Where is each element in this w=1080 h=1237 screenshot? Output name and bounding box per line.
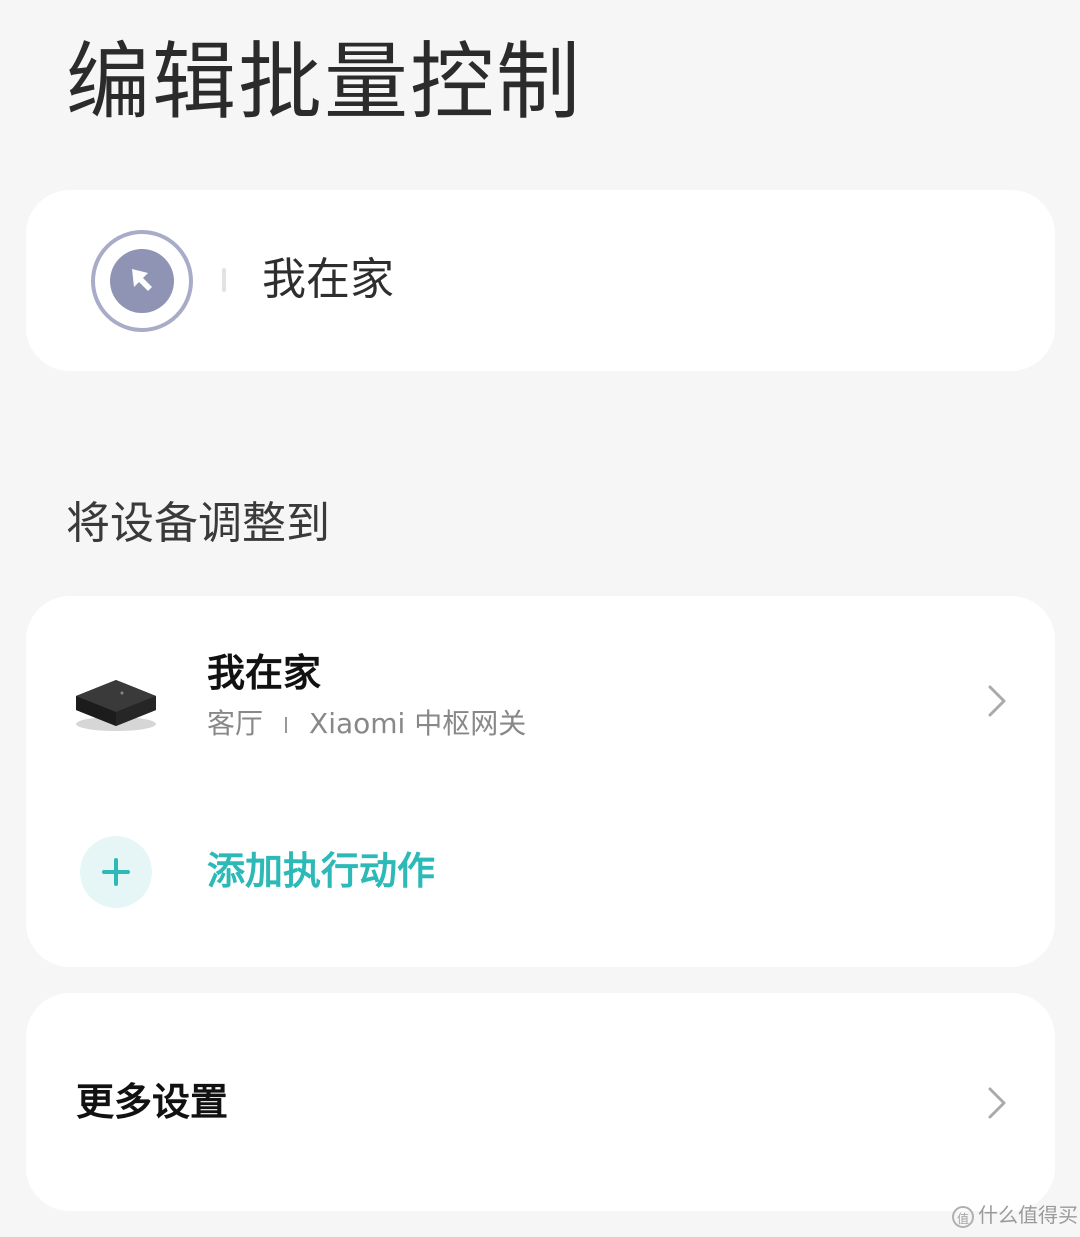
page-title: 编辑批量控制: [66, 33, 583, 131]
device-room: 客厅: [207, 707, 264, 740]
more-settings-row[interactable]: 更多设置: [26, 993, 1055, 1211]
device-action-subtitle: 客厅 Xiaomi 中枢网关: [207, 704, 526, 744]
scene-icon-button[interactable]: [91, 230, 193, 332]
cursor-arrow-icon: [110, 249, 174, 313]
device-action-title: 我在家: [207, 651, 322, 695]
add-action-button[interactable]: 添加执行动作: [26, 816, 1055, 926]
chevron-right-icon: [986, 1085, 1008, 1121]
gateway-device-icon: [70, 666, 162, 736]
device-action-row[interactable]: 我在家 客厅 Xiaomi 中枢网关: [26, 596, 1055, 806]
device-name: Xiaomi 中枢网关: [309, 707, 527, 740]
actions-card: 我在家 客厅 Xiaomi 中枢网关 添加执行动作: [26, 596, 1055, 967]
plus-icon: [80, 836, 152, 908]
watermark: 值什么值得买: [952, 1201, 1078, 1229]
scene-name-input[interactable]: 我在家: [262, 252, 394, 308]
name-divider: [222, 268, 226, 292]
scene-name-card: 我在家: [26, 190, 1055, 371]
watermark-badge: 值: [952, 1205, 974, 1228]
section-title: 将设备调整到: [66, 498, 330, 549]
batch-control-editor-page: 编辑批量控制 我在家 将设备调整到 我在家 客厅 Xiaomi 中枢网关 添加执…: [0, 0, 1080, 1237]
subtitle-separator: [285, 717, 288, 733]
add-action-label: 添加执行动作: [207, 849, 436, 893]
more-settings-label: 更多设置: [76, 1080, 229, 1124]
chevron-right-icon: [986, 683, 1008, 719]
watermark-text: 什么值得买: [978, 1203, 1078, 1227]
